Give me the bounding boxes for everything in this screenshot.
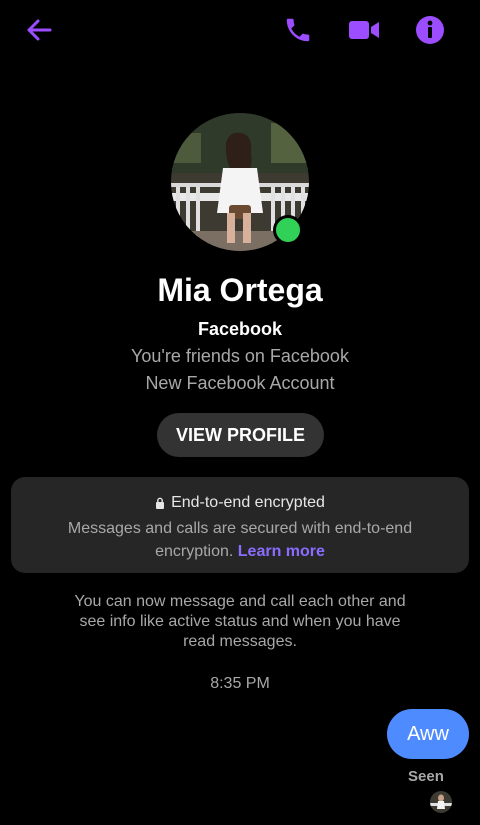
info-button[interactable] (412, 12, 448, 48)
learn-more-link[interactable]: Learn more (238, 543, 325, 560)
top-bar (0, 0, 480, 60)
account-status-text: New Facebook Account (145, 373, 335, 393)
encryption-title-row: End-to-end encrypted (11, 494, 469, 512)
phone-icon (286, 18, 310, 42)
profile-platform: Facebook (197, 319, 283, 339)
view-profile-button[interactable]: VIEW PROFILE (157, 413, 324, 457)
lock-icon (156, 497, 165, 509)
video-camera-icon (349, 21, 379, 39)
friends-status-text: You're friends on Facebook (131, 346, 349, 366)
back-button[interactable] (21, 12, 57, 48)
video-call-button[interactable] (346, 12, 382, 48)
encryption-card: End-to-end encrypted Messages and calls … (11, 477, 469, 573)
seen-avatar-photo (430, 791, 452, 813)
seen-avatar (430, 791, 452, 813)
info-icon (416, 16, 444, 44)
message-text: Aww (407, 722, 449, 745)
message-bubble-sent[interactable]: Aww (387, 709, 469, 759)
profile-name: Mia Ortega (157, 272, 323, 308)
arrow-left-icon (27, 19, 52, 41)
encryption-title: End-to-end encrypted (171, 494, 325, 511)
encryption-description: Messages and calls are secured with end-… (31, 517, 449, 563)
profile-avatar-container[interactable] (171, 113, 309, 251)
online-status-indicator (273, 215, 303, 245)
messaging-notice: You can now message and call each other … (74, 593, 406, 650)
seen-label: Seen (408, 768, 444, 785)
call-button[interactable] (280, 12, 316, 48)
message-timestamp: 8:35 PM (210, 675, 270, 692)
